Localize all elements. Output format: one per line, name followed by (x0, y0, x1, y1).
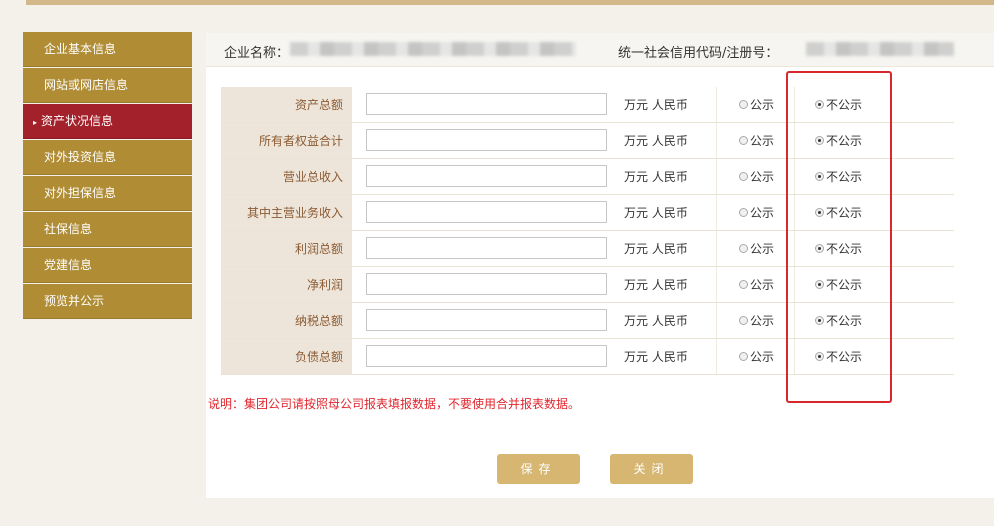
radio-icon (739, 172, 748, 181)
sidebar-item-label: 社保信息 (44, 222, 93, 236)
credit-code-label: 统一社会信用代码/注册号： (618, 46, 779, 61)
radio-icon (739, 100, 748, 109)
field-label: 负债总额 (221, 339, 352, 374)
radio-icon (739, 280, 748, 289)
field-label: 所有者权益合计 (221, 123, 352, 158)
public-radio[interactable]: 公示 (717, 159, 795, 194)
public-radio[interactable]: 公示 (717, 339, 795, 374)
radio-icon (739, 316, 748, 325)
public-radio[interactable]: 公示 (717, 267, 795, 302)
field-label: 其中主营业务收入 (221, 195, 352, 230)
sidebar-item-social-security[interactable]: 社保信息 (23, 212, 192, 247)
sidebar-item-website[interactable]: 网站或网店信息 (23, 68, 192, 103)
sidebar-item-investment[interactable]: 对外投资信息 (23, 140, 192, 175)
sidebar-item-label: 预览并公示 (44, 294, 105, 308)
owner-equity-input[interactable] (366, 129, 607, 151)
radio-icon (739, 208, 748, 217)
close-button[interactable]: 关闭 (610, 454, 693, 484)
total-revenue-input[interactable] (366, 165, 607, 187)
field-label: 营业总收入 (221, 159, 352, 194)
sidebar: 企业基本信息 网站或网店信息 ▸ 资产状况信息 对外投资信息 对外担保信息 社保信… (23, 32, 192, 320)
field-label: 利润总额 (221, 231, 352, 266)
sidebar-item-label: 网站或网店信息 (44, 78, 129, 92)
sidebar-item-party[interactable]: 党建信息 (23, 248, 192, 283)
total-assets-input[interactable] (366, 93, 607, 115)
annotation-highlight-box (786, 71, 892, 403)
company-name-label: 企业名称： (224, 46, 290, 61)
caret-right-icon: ▸ (33, 118, 38, 127)
total-profit-input[interactable] (366, 237, 607, 259)
unit-label: 万元 人民币 (614, 159, 717, 194)
total-tax-input[interactable] (366, 309, 607, 331)
company-name-redacted (290, 42, 576, 56)
public-radio[interactable]: 公示 (717, 303, 795, 338)
total-liabilities-input[interactable] (366, 345, 607, 367)
unit-label: 万元 人民币 (614, 87, 717, 122)
unit-label: 万元 人民币 (614, 267, 717, 302)
main-business-revenue-input[interactable] (366, 201, 607, 223)
field-label: 资产总额 (221, 87, 352, 122)
sidebar-item-preview[interactable]: 预览并公示 (23, 284, 192, 319)
sidebar-item-label: 资产状况信息 (41, 114, 114, 128)
net-profit-input[interactable] (366, 273, 607, 295)
sidebar-item-assets[interactable]: ▸ 资产状况信息 (23, 104, 192, 139)
unit-label: 万元 人民币 (614, 231, 717, 266)
field-label: 纳税总额 (221, 303, 352, 338)
radio-icon (739, 352, 748, 361)
sidebar-item-label: 对外担保信息 (44, 186, 117, 200)
sidebar-item-label: 对外投资信息 (44, 150, 117, 164)
public-radio[interactable]: 公示 (717, 231, 795, 266)
top-border (26, 0, 994, 5)
save-button[interactable]: 保存 (497, 454, 580, 484)
public-radio[interactable]: 公示 (717, 87, 795, 122)
credit-code-redacted (806, 42, 954, 56)
public-radio[interactable]: 公示 (717, 195, 795, 230)
radio-icon (739, 136, 748, 145)
radio-icon (739, 244, 748, 253)
field-label: 净利润 (221, 267, 352, 302)
unit-label: 万元 人民币 (614, 123, 717, 158)
company-header: 企业名称： 统一社会信用代码/注册号： (206, 33, 994, 67)
sidebar-item-label: 企业基本信息 (44, 42, 117, 56)
unit-label: 万元 人民币 (614, 339, 717, 374)
note-text: 说明：集团公司请按照母公司报表填报数据，不要使用合并报表数据。 (208, 397, 581, 411)
unit-label: 万元 人民币 (614, 195, 717, 230)
public-radio[interactable]: 公示 (717, 123, 795, 158)
sidebar-item-basic-info[interactable]: 企业基本信息 (23, 32, 192, 67)
sidebar-item-guarantee[interactable]: 对外担保信息 (23, 176, 192, 211)
main-panel: 企业名称： 统一社会信用代码/注册号： 资产总额 万元 人民币 公示 不公示 所… (206, 33, 994, 498)
unit-label: 万元 人民币 (614, 303, 717, 338)
sidebar-item-label: 党建信息 (44, 258, 93, 272)
